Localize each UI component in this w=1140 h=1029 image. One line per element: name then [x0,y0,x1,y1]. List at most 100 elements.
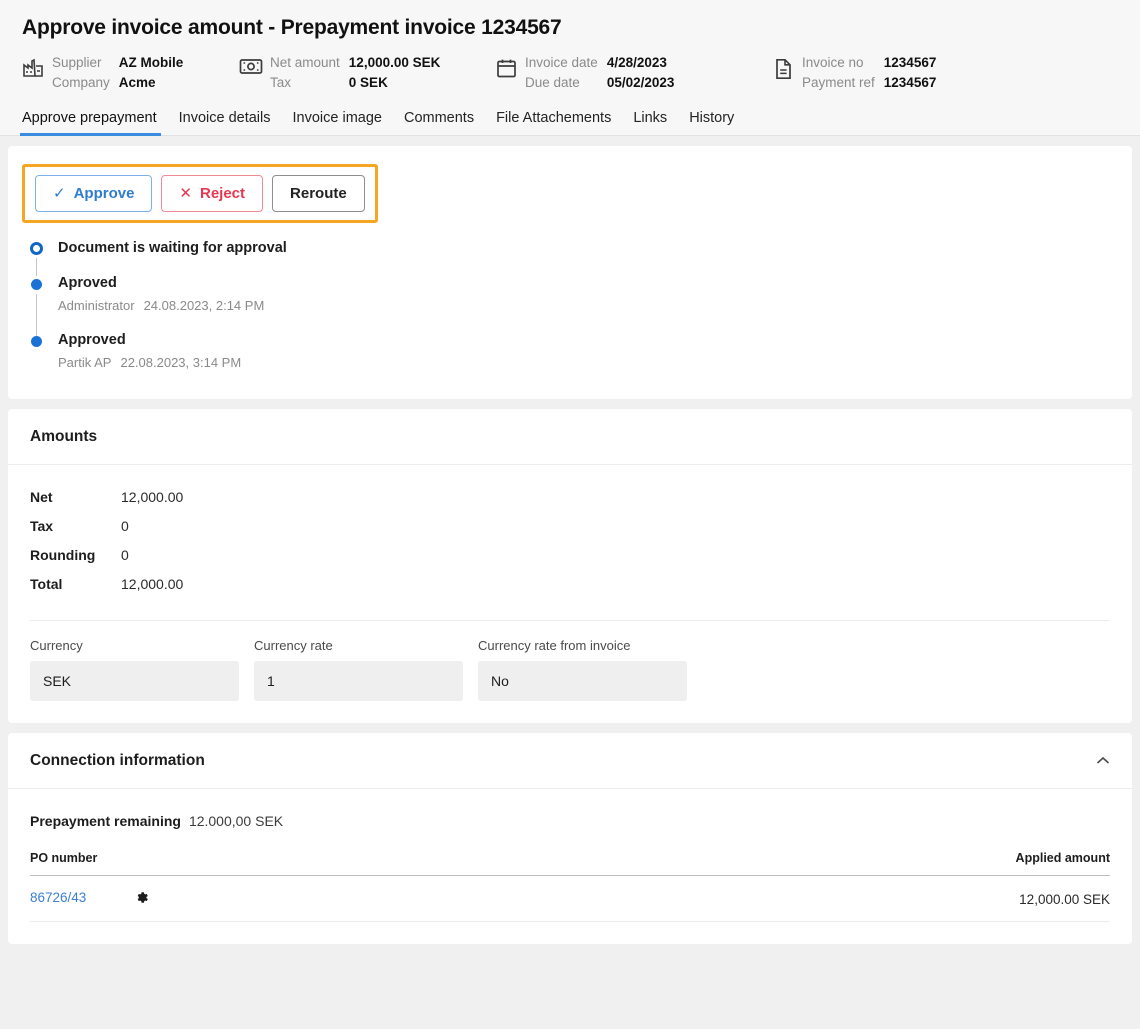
tab-invoice-image[interactable]: Invoice image [293,110,399,135]
timeline-meta: Administrator 24.08.2023, 2:14 PM [58,298,1132,314]
currency-rate-from-invoice-field-group: Currency rate from invoice [478,638,687,701]
timeline-meta: Partik AP22.08.2023, 3:14 PM [58,355,1132,371]
amounts-heading-label: Amounts [30,428,97,446]
reject-button[interactable]: ✕ Reject [161,175,263,212]
reroute-button[interactable]: Reroute [272,175,365,212]
meta-group-amount: Net amount 12,000.00 SEK Tax 0 SEK [236,54,491,91]
approval-card: ✓ Approve ✕ Reject Reroute Document is w… [8,146,1132,399]
approve-button[interactable]: ✓ Approve [35,175,152,212]
amount-value: 12,000.00 [110,576,1110,592]
timeline-actor: Administrator [58,298,135,313]
currency-fields: Currency Currency rate Currency rate fro… [30,638,1110,701]
approval-timeline: Document is waiting for approval Aproved… [8,223,1132,387]
section-divider [30,620,1110,621]
meta-label: Invoice date [525,54,598,71]
connection-heading-label: Connection information [30,752,205,770]
meta-label: Due date [525,74,598,91]
meta-label: Tax [270,74,340,91]
currency-rate-field-group: Currency rate [254,638,463,701]
currency-input[interactable] [30,661,239,701]
meta-value: 1234567 [884,54,937,71]
factory-icon [18,54,48,86]
page-title: Approve invoice amount - Prepayment invo… [0,10,1140,54]
tab-file-attachements[interactable]: File Attachements [496,110,628,135]
page-header: Approve invoice amount - Prepayment invo… [0,0,1140,136]
tab-links[interactable]: Links [633,110,684,135]
column-header-po-number: PO number [30,851,632,876]
meta-label: Net amount [270,54,340,71]
meta-value: 05/02/2023 [607,74,675,91]
amounts-heading: Amounts [8,409,1132,465]
timeline-title: Approved [58,331,1132,349]
amount-value: 0 [110,518,1110,534]
currency-rate-label: Currency rate [254,638,463,654]
connection-body: Prepayment remaining 12.000,00 SEK PO num… [8,789,1132,944]
amount-label: Total [30,576,110,592]
tab-invoice-details[interactable]: Invoice details [179,110,288,135]
connection-information-card: Connection information Prepayment remain… [8,733,1132,944]
invoice-meta-row: Supplier AZ Mobile Company Acme Net amou… [0,54,1140,101]
cell-applied-amount: 12,000.00 SEK [632,876,1110,922]
tab-history[interactable]: History [689,110,751,135]
meta-value: Acme [119,74,184,91]
meta-group-invoice-no: Invoice no 1234567 Payment ref 1234567 [768,54,936,91]
cross-icon: ✕ [179,185,192,202]
tab-comments[interactable]: Comments [404,110,491,135]
timeline-connector [36,294,37,336]
status-dot-icon [31,279,42,290]
status-dot-icon [31,336,42,347]
action-bar: ✓ Approve ✕ Reject Reroute [8,146,1132,223]
calendar-icon [491,54,521,86]
timeline-timestamp: 22.08.2023, 3:14 PM [120,355,241,370]
amounts-card: Amounts Net 12,000.00 Tax 0 Rounding 0 T… [8,409,1132,723]
po-number-link[interactable]: 86726/43 [30,890,86,905]
meta-label: Invoice no [802,54,875,71]
approve-button-label: Approve [74,185,135,202]
po-table: PO number Applied amount 86726/43 [30,851,1110,922]
tab-bar: Approve prepayment Invoice details Invoi… [0,101,1140,136]
timeline-item: Document is waiting for approval [30,239,1132,257]
gear-icon[interactable] [134,890,149,908]
document-icon [768,54,798,86]
status-ring-icon [30,242,43,255]
timeline-timestamp: 24.08.2023, 2:14 PM [144,298,265,313]
prepayment-remaining-label: Prepayment remaining [30,813,181,829]
banknote-icon [236,54,266,86]
amount-label: Rounding [30,547,110,563]
meta-value: 1234567 [884,74,937,91]
meta-value: 4/28/2023 [607,54,675,71]
amount-label: Net [30,489,110,505]
meta-label: Payment ref [802,74,875,91]
table-header-row: PO number Applied amount [30,851,1110,876]
currency-rate-input[interactable] [254,661,463,701]
meta-label: Company [52,74,110,91]
reroute-button-label: Reroute [290,185,347,202]
meta-group-dates: Invoice date 4/28/2023 Due date 05/02/20… [491,54,768,91]
tab-approve-prepayment[interactable]: Approve prepayment [22,110,174,135]
timeline-title: Document is waiting for approval [58,239,1132,257]
amount-value: 12,000.00 [110,489,1110,505]
column-header-applied-amount: Applied amount [632,851,1110,876]
timeline-title: Aproved [58,274,1132,292]
currency-field-group: Currency [30,638,239,701]
prepayment-remaining-value: 12.000,00 SEK [189,813,283,829]
timeline-item: Aproved Administrator 24.08.2023, 2:14 PM [30,274,1132,314]
chevron-up-icon[interactable] [1096,756,1110,766]
check-icon: ✓ [53,185,66,202]
currency-rate-from-invoice-label: Currency rate from invoice [478,638,687,654]
prepayment-remaining: Prepayment remaining 12.000,00 SEK [30,809,1110,851]
amounts-list: Net 12,000.00 Tax 0 Rounding 0 Total 12,… [30,485,1110,598]
reject-button-label: Reject [200,185,245,202]
meta-group-supplier: Supplier AZ Mobile Company Acme [18,54,236,91]
currency-rate-from-invoice-input[interactable] [478,661,687,701]
meta-value: AZ Mobile [119,54,184,71]
currency-label: Currency [30,638,239,654]
table-row: 86726/43 12,000.00 SEK [30,876,1110,922]
cell-po-number: 86726/43 [30,876,632,922]
meta-value: 0 SEK [349,74,441,91]
amounts-body: Net 12,000.00 Tax 0 Rounding 0 Total 12,… [8,465,1132,723]
meta-value: 12,000.00 SEK [349,54,441,71]
amount-value: 0 [110,547,1110,563]
meta-label: Supplier [52,54,110,71]
connection-heading: Connection information [8,733,1132,789]
